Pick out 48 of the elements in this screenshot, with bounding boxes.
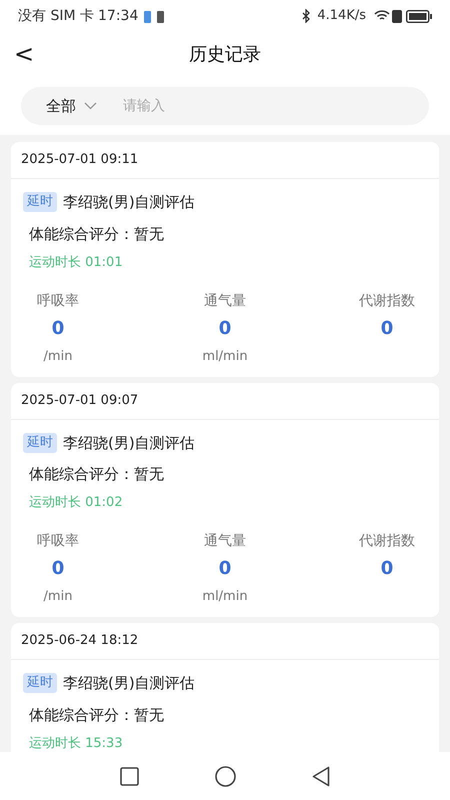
score-text: 体能综合评分：暂无 [29,465,164,483]
bluetooth-icon [301,9,312,23]
metric-unit: /min [44,348,72,366]
delay-tag: 延时 [23,432,57,453]
metric-label: 呼吸率 [37,292,79,310]
metric-label: 代谢指数 [359,292,415,310]
metric-value: 0 [380,318,394,340]
metric-unit: ml/min [202,348,248,366]
metric-label: 通气量 [204,292,246,310]
record-card[interactable]: 2025-07-01 09:07 延时 李绍骁(男)自测评估 体能综合评分：暂无 运动时长 01:02 呼吸率 0 /min 通气量 0 ml/min 代谢指数 0 [11,382,439,617]
record-card[interactable]: 2025-06-24 18:12 延时 李绍骁(男)自测评估 体能综合评分：暂无 运动时长 15:33 [11,623,439,752]
back-icon[interactable] [312,766,330,786]
score-text: 体能综合评分：暂无 [29,224,164,242]
chevron-down-icon [84,102,97,110]
record-datetime: 2025-07-01 09:07 [21,392,138,410]
metric-label: 呼吸率 [37,532,79,551]
wifi-icon [374,10,390,22]
metric-value: 0 [218,318,232,340]
duration-text: 运动时长 15:33 [29,736,123,750]
duration-text: 运动时长 01:02 [29,495,123,510]
recent-apps-icon[interactable] [120,766,139,786]
metric-value: 0 [52,558,64,580]
carrier-text: 没有 SIM 卡 [18,6,94,26]
record-title: 李绍骁(男)自测评估 [63,192,195,213]
record-datetime: 2025-06-24 18:12 [21,632,138,650]
record-card[interactable]: 2025-07-01 09:11 延时 李绍骁(男)自测评估 体能综合评分：暂无 运动时长 01:01 呼吸率 0 /min 通气量 0 ml/min 代谢指数 0 [11,142,439,376]
battery-icon [406,10,432,22]
search-field[interactable]: 全部 请输入 [21,87,429,125]
network-speed: 4.14K/s [317,7,366,26]
page-title: 历史记录 [189,42,261,66]
record-datetime: 2025-07-01 09:11 [21,151,138,170]
back-button[interactable]: < [12,38,36,70]
delay-tag: 延时 [23,192,57,212]
duration-text: 运动时长 01:01 [29,254,123,270]
metric-unit: ml/min [202,588,248,606]
home-icon[interactable] [215,766,236,786]
clock-text: 17:34 [98,6,138,26]
metric-value: 0 [52,318,64,340]
filter-dropdown[interactable]: 全部 [46,94,97,118]
score-text: 体能综合评分：暂无 [29,706,164,724]
record-title: 李绍骁(男)自测评估 [63,673,195,694]
record-title: 李绍骁(男)自测评估 [63,432,195,454]
metric-label: 代谢指数 [359,532,415,551]
metric-unit: /min [44,588,72,606]
delay-tag: 延时 [23,673,57,694]
metric-label: 通气量 [204,532,246,551]
metric-value: 0 [218,558,232,580]
metric-value: 0 [380,558,394,580]
